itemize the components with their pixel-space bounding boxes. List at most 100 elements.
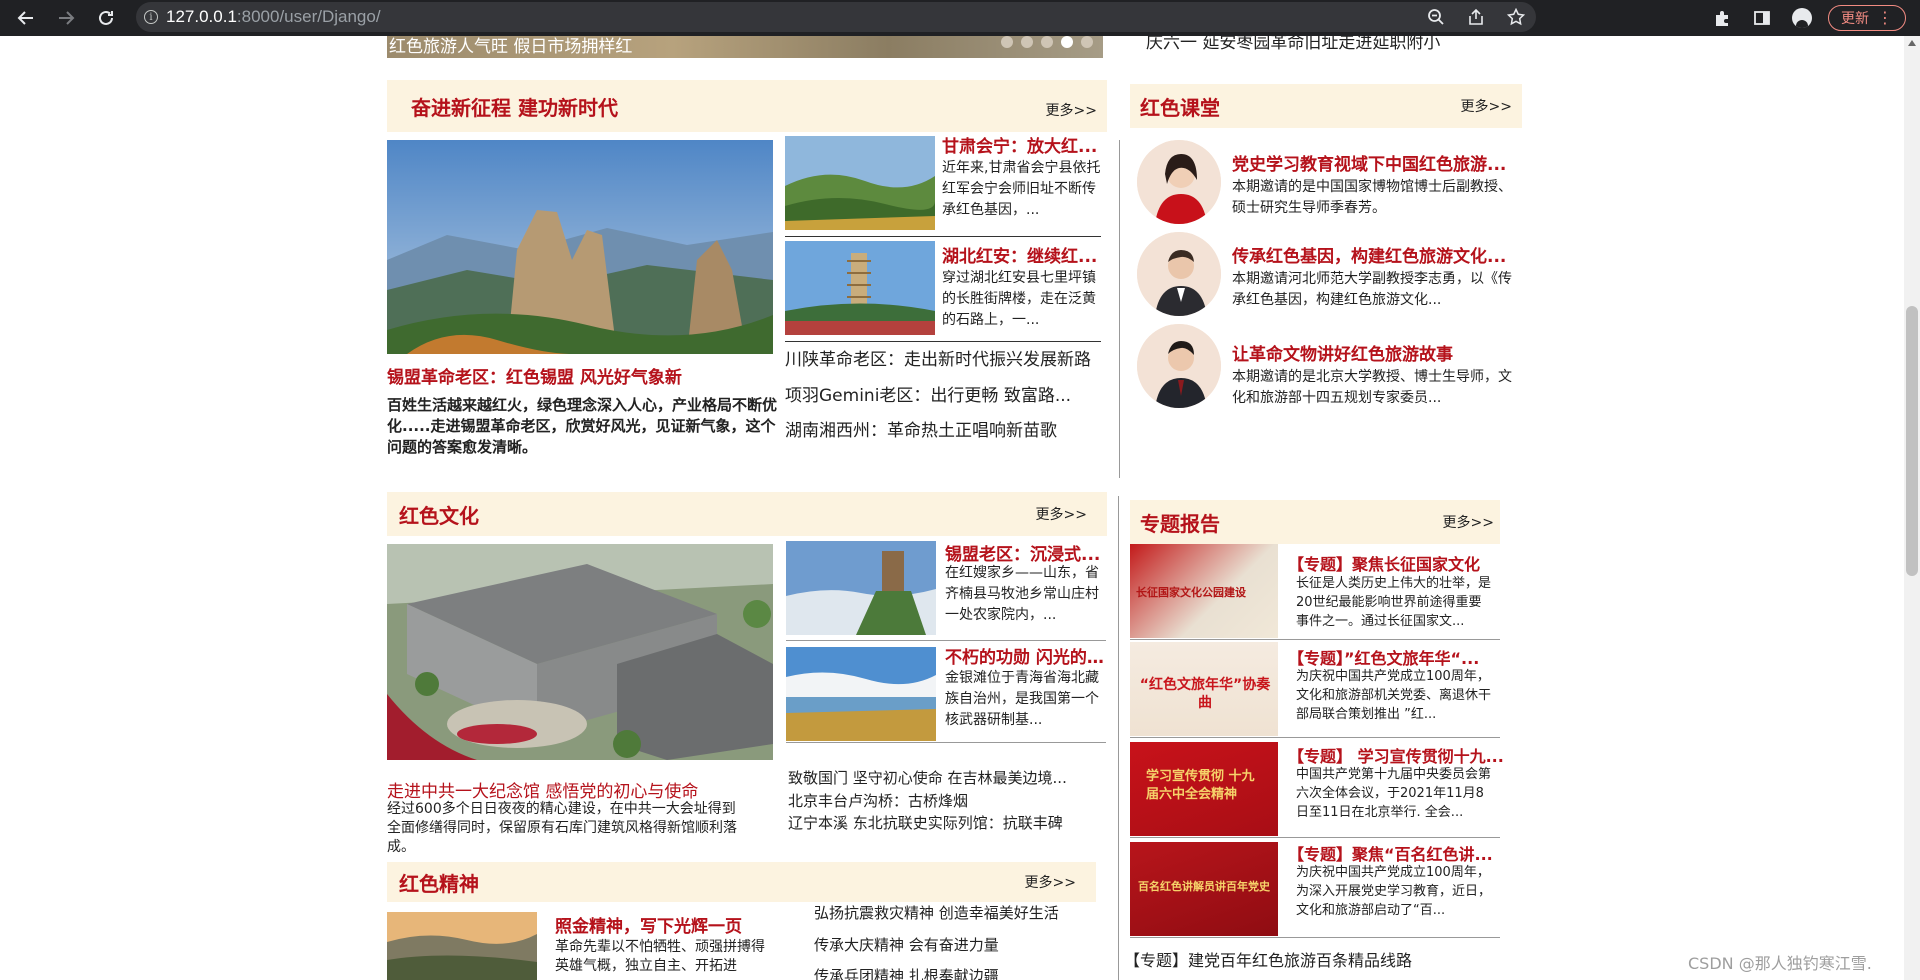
carousel-dot[interactable] [1081, 36, 1093, 48]
report-thumb-text: 学习宣传贯彻 十九届六中全会精神 [1146, 769, 1255, 802]
more-link[interactable]: 更多>> [1025, 872, 1076, 892]
feature-desc: 百姓生活越来越红火，绿色理念深入人心，产业格局不断优化.....走进锡盟革命老区… [387, 396, 778, 456]
news-headline[interactable]: 不朽的功勋 闪光的... [945, 643, 1105, 668]
scroll-up-icon[interactable] [1908, 40, 1916, 46]
share-icon[interactable] [1456, 2, 1496, 32]
news-headline[interactable]: 湖北红安：继续红... [942, 242, 1102, 267]
news-link[interactable]: 项羽Gemini老区：出行更畅 致富路... [785, 381, 1071, 406]
carousel-dots [1001, 36, 1093, 48]
news-link[interactable]: 致敬国门 坚守初心使命 在吉林最美边境... [788, 767, 1067, 788]
more-link[interactable]: 更多>> [1046, 92, 1097, 120]
news-link[interactable]: 辽宁本溪 东北抗联史实际列馆：抗联丰碑 [788, 812, 1063, 833]
more-link[interactable]: 更多>> [1461, 96, 1512, 116]
back-arrow-icon[interactable] [8, 0, 44, 36]
feature-headline[interactable]: 锡盟革命老区：红色锡盟 风光好气象新 [387, 363, 773, 388]
news-desc: 穿过湖北红安县七里坪镇的长胜街牌楼，走在泛黄的石路上，一... [942, 270, 1096, 328]
bookmark-star-icon[interactable] [1496, 2, 1536, 32]
more-menu-icon[interactable]: ⋮ [1877, 10, 1893, 26]
news-link[interactable]: 传承兵团精神 扎根奉献边疆 [814, 965, 999, 980]
news-headline[interactable]: 甘肃会宁：放大红... [942, 132, 1102, 157]
zoom-icon[interactable] [1416, 2, 1456, 32]
news-headline[interactable]: 锡盟老区：沉浸式... [945, 540, 1105, 565]
news-thumb-gansu[interactable] [785, 136, 935, 230]
divider [1130, 837, 1500, 838]
section-header-classroom: 红色课堂 更多>> [1130, 84, 1522, 128]
top-news-link[interactable]: 庆六一 延安枣园革命旧址走进延职附小 [1146, 36, 1440, 53]
section-header-spirit: 红色精神 更多>> [387, 862, 1096, 902]
feature-desc: 革命先辈以不怕牺牲、顽强拼搏得英雄气概，独立自主、开拓进 [555, 939, 765, 974]
feature-image-spirit[interactable] [387, 912, 537, 980]
web-page: 红色旅游人气旺 假日市场拥样红 庆六一 延安枣园革命旧址走进延职附小 奋进新征程… [0, 36, 1920, 980]
carousel-dot[interactable] [1021, 36, 1033, 48]
scrollbar-thumb[interactable] [1906, 306, 1918, 576]
report-thumb[interactable]: 长征国家文化公园建设 [1130, 544, 1278, 638]
report-headline[interactable]: 【专题】聚焦长征国家文化 [1288, 551, 1504, 575]
report-headline[interactable]: 【专题】”红色文旅年华“... [1288, 645, 1504, 669]
report-thumb-text: “红色文旅年华”协奏曲 [1139, 677, 1271, 711]
profile-icon[interactable] [1782, 0, 1822, 36]
carousel-dot-active[interactable] [1061, 36, 1073, 48]
report-thumb-text: 长征国家文化公园建设 [1136, 586, 1246, 599]
report-thumb[interactable]: 学习宣传贯彻 十九届六中全会精神 [1130, 742, 1278, 836]
report-thumb-text: 百名红色讲解员讲百年党史 [1138, 880, 1270, 893]
feature-image-mountain[interactable] [387, 140, 773, 354]
divider [786, 742, 1106, 743]
news-link[interactable]: 弘扬抗震救灾精神 创造幸福美好生活 [814, 902, 1059, 923]
section-title: 奋进新征程 建功新时代 [411, 95, 618, 120]
lecture-desc: 本期邀请的是中国国家博物馆博士后副教授、硕士研究生导师季春芳。 [1232, 179, 1512, 216]
carousel-image[interactable]: 红色旅游人气旺 假日市场拥样红 [387, 36, 1103, 58]
lecture-headline[interactable]: 传承红色基因，构建红色旅游文化... [1232, 242, 1520, 267]
report-footer-link[interactable]: 【专题】建党百年红色旅游百条精品线路 [1124, 947, 1412, 971]
side-panel-icon[interactable] [1742, 0, 1782, 36]
lecture-desc: 本期邀请河北师范大学副教授李志勇，以《传承红色基因，构建红色旅游文化... [1232, 271, 1512, 308]
section-title: 红色精神 [399, 871, 479, 896]
news-desc: 金银滩位于青海省海北藏族自治州，是我国第一个核武器研制基... [945, 670, 1099, 728]
feature-headline[interactable]: 走进中共一大纪念馆 感悟党的初心与使命 [387, 777, 777, 802]
carousel-dot[interactable] [1001, 36, 1013, 48]
report-headline[interactable]: 【专题】聚焦“百名红色讲... [1288, 841, 1504, 865]
column-divider [1118, 496, 1119, 980]
url-text[interactable]: 127.0.0.1:8000/user/Django/ [166, 7, 381, 27]
news-link[interactable]: 传承大庆精神 会有奋进力量 [814, 934, 999, 955]
news-link[interactable]: 北京丰台卢沟桥：古桥烽烟 [788, 790, 968, 811]
lecturer-avatar[interactable] [1137, 324, 1221, 408]
lecturer-avatar[interactable] [1137, 140, 1221, 224]
update-label: 更新 [1841, 11, 1869, 27]
report-desc: 长征是人类历史上伟大的壮举，是20世纪最能影响世界前途得重要事件之一。通过长征国… [1296, 576, 1492, 629]
lecture-headline[interactable]: 党史学习教育视域下中国红色旅游... [1232, 150, 1520, 175]
feature-image-memorial[interactable] [387, 544, 773, 760]
reload-icon[interactable] [88, 0, 124, 36]
divider [786, 640, 1106, 641]
site-info-icon[interactable]: i [136, 2, 166, 32]
url-host: 127.0.0.1 [166, 7, 237, 26]
news-thumb-tower[interactable] [786, 541, 936, 635]
report-headline[interactable]: 【专题】 学习宣传贯彻十九... [1288, 743, 1504, 767]
more-link[interactable]: 更多>> [1443, 512, 1494, 532]
divider [1130, 639, 1500, 640]
forward-arrow-icon[interactable] [48, 0, 84, 36]
section-title: 专题报告 [1140, 511, 1220, 536]
report-thumb[interactable]: 百名红色讲解员讲百年党史 [1130, 842, 1278, 936]
toolbar-right: 更新 ⋮ [1702, 0, 1906, 36]
more-link[interactable]: 更多>> [1036, 504, 1087, 524]
carousel-dot[interactable] [1041, 36, 1053, 48]
feature-desc: 经过600多个日日夜夜的精心建设，在中共一大会址得到全面修缮得同时，保留原有石库… [387, 801, 737, 855]
news-thumb-hongan[interactable] [785, 241, 935, 335]
extensions-puzzle-icon[interactable] [1702, 0, 1742, 36]
carousel-caption: 红色旅游人气旺 假日市场拥样红 [389, 37, 633, 57]
section-header-reports: 专题报告 更多>> [1130, 500, 1500, 544]
section-header-endeavor: 奋进新征程 建功新时代 更多>> [387, 80, 1107, 132]
update-button[interactable]: 更新 ⋮ [1828, 5, 1906, 31]
url-path: :8000/user/Django/ [236, 7, 381, 26]
lecturer-avatar[interactable] [1137, 232, 1221, 316]
address-bar[interactable]: i 127.0.0.1:8000/user/Django/ [136, 2, 1536, 32]
news-thumb-grassland[interactable] [786, 647, 936, 741]
omnibox-actions [1416, 2, 1536, 32]
news-link[interactable]: 川陕革命老区：走出新时代振兴发展新路 [785, 345, 1091, 370]
news-desc: 近年来,甘肃省会宁县依托红军会宁会师旧址不断传承红色基因，... [942, 160, 1101, 218]
news-link[interactable]: 湖南湘西州：革命热土正唱响新苗歌 [785, 416, 1057, 441]
feature-headline[interactable]: 照金精神，写下光辉一页 [555, 912, 795, 937]
page-scrollbar[interactable] [1904, 36, 1920, 980]
lecture-headline[interactable]: 让革命文物讲好红色旅游故事 [1232, 340, 1520, 365]
report-thumb[interactable]: “红色文旅年华”协奏曲 [1130, 642, 1278, 736]
